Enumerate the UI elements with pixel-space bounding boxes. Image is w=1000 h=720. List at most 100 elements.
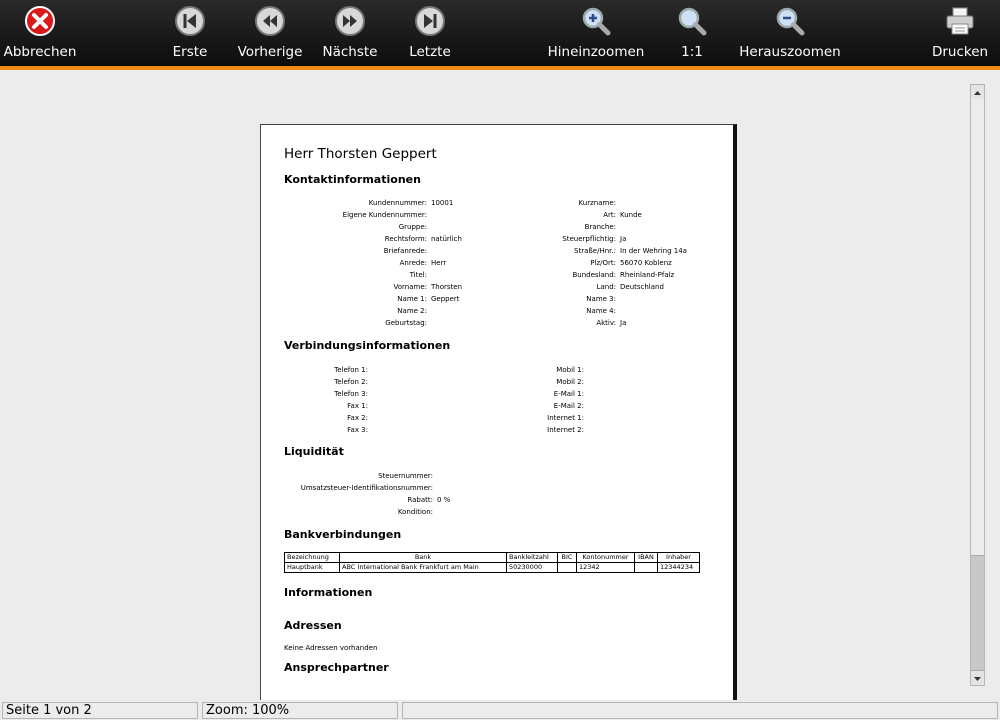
next-page-button[interactable]: Nächste bbox=[316, 0, 384, 66]
field-label: Kurzname: bbox=[578, 199, 616, 207]
field-row: Internet 2: bbox=[261, 425, 584, 435]
cancel-label: Abbrechen bbox=[3, 44, 77, 60]
zoom-reset-button[interactable]: 1:1 bbox=[666, 0, 718, 66]
status-page: Seite 1 von 2 bbox=[2, 702, 198, 719]
field-label: Bundesland: bbox=[572, 271, 616, 279]
field-label: Name 3: bbox=[586, 295, 616, 303]
previous-page-button[interactable]: Vorherige bbox=[234, 0, 306, 66]
printer-icon bbox=[946, 7, 974, 35]
field-row: Rabatt: 0 % bbox=[261, 495, 450, 505]
field-label: Mobil 2: bbox=[556, 378, 584, 386]
field-label: Branche: bbox=[584, 223, 616, 231]
field-label: Internet 2: bbox=[547, 426, 584, 434]
contact-heading: Kontaktinformationen bbox=[284, 173, 421, 186]
field-label: Rabatt: bbox=[407, 496, 433, 504]
last-page-label: Letzte bbox=[409, 44, 451, 60]
field-row: Mobil 1: bbox=[261, 365, 584, 375]
print-label: Drucken bbox=[931, 44, 989, 60]
zoom-out-label: Herauszoomen bbox=[739, 44, 841, 60]
field-row: Steuernummer: bbox=[261, 471, 433, 481]
bank-cell: 12344234 bbox=[657, 562, 700, 573]
cancel-button[interactable]: Abbrechen bbox=[0, 0, 80, 66]
zoom-in-button[interactable]: Hineinzoomen bbox=[546, 0, 646, 66]
cancel-icon bbox=[25, 6, 55, 36]
status-bar: Seite 1 von 2 Zoom: 100% bbox=[0, 700, 1000, 720]
field-label: Straße/Hnr.: bbox=[574, 247, 616, 255]
first-page-button[interactable]: Erste bbox=[160, 0, 220, 66]
field-label: Umsatzsteuer-Identifikationsnummer: bbox=[300, 484, 433, 492]
field-value: Ja bbox=[620, 235, 627, 243]
field-label: Steuernummer: bbox=[378, 472, 433, 480]
page-title: Herr Thorsten Geppert bbox=[284, 146, 437, 162]
bank-cell: Hauptbank bbox=[284, 562, 340, 573]
arrow-up-icon bbox=[974, 91, 981, 95]
field-row: Art: Kunde bbox=[261, 210, 642, 220]
bank-header-cell: Inhaber bbox=[657, 552, 700, 563]
bank-cell: ABC International Bank Frankfurt am Main bbox=[339, 562, 507, 573]
field-row: E-Mail 1: bbox=[261, 389, 584, 399]
previous-page-label: Vorherige bbox=[237, 44, 303, 60]
field-row: Aktiv: Ja bbox=[261, 318, 626, 328]
first-page-icon bbox=[175, 6, 205, 36]
scroll-down-button[interactable] bbox=[971, 671, 984, 685]
field-value: Deutschland bbox=[620, 283, 664, 291]
contacts-heading: Ansprechpartner bbox=[284, 661, 389, 674]
bank-cell: 50230000 bbox=[506, 562, 558, 573]
info-heading: Informationen bbox=[284, 586, 373, 599]
address-note: Keine Adressen vorhanden bbox=[284, 644, 378, 652]
bank-cell bbox=[557, 562, 577, 573]
bank-header-cell: Bank bbox=[339, 552, 507, 563]
bank-header-cell: Kontonummer bbox=[576, 552, 635, 563]
field-row: Land: Deutschland bbox=[261, 282, 664, 292]
field-row: Steuerpflichtig: Ja bbox=[261, 234, 626, 244]
scroll-up-button[interactable] bbox=[971, 85, 984, 99]
field-label: Kondition: bbox=[397, 508, 433, 516]
field-value: Kunde bbox=[620, 211, 642, 219]
status-message bbox=[402, 702, 998, 719]
field-label: Steuerpflichtig: bbox=[562, 235, 616, 243]
first-page-label: Erste bbox=[172, 44, 208, 60]
field-row: Kurzname: bbox=[261, 198, 616, 208]
document-page: Herr Thorsten Geppert Kontaktinformation… bbox=[260, 124, 737, 700]
arrow-down-icon bbox=[974, 677, 981, 681]
document-viewer[interactable]: Herr Thorsten Geppert Kontaktinformation… bbox=[0, 70, 1000, 700]
print-button[interactable]: Drucken bbox=[928, 0, 992, 66]
status-zoom: Zoom: 100% bbox=[202, 702, 398, 719]
field-value: Ja bbox=[620, 319, 627, 327]
field-row: E-Mail 2: bbox=[261, 401, 584, 411]
address-heading: Adressen bbox=[284, 619, 342, 632]
field-label: Plz/Ort: bbox=[590, 259, 616, 267]
field-value: 56070 Koblenz bbox=[620, 259, 672, 267]
table-row: Hauptbank ABC International Bank Frankfu… bbox=[284, 562, 700, 573]
field-row: Mobil 2: bbox=[261, 377, 584, 387]
field-value: In der Wehring 14a bbox=[620, 247, 687, 255]
zoom-reset-label: 1:1 bbox=[681, 44, 703, 60]
field-row: Internet 1: bbox=[261, 413, 584, 423]
field-row: Kondition: bbox=[261, 507, 433, 517]
bank-header-cell: Bezeichnung bbox=[284, 552, 340, 563]
bank-header-cell: Bankleitzahl bbox=[506, 552, 558, 563]
field-label: Land: bbox=[596, 283, 616, 291]
scroll-thumb[interactable] bbox=[971, 555, 984, 671]
field-row: Umsatzsteuer-Identifikationsnummer: bbox=[261, 483, 433, 493]
vertical-scrollbar[interactable] bbox=[970, 84, 985, 686]
last-page-button[interactable]: Letzte bbox=[400, 0, 460, 66]
connection-heading: Verbindungsinformationen bbox=[284, 339, 451, 352]
last-page-icon bbox=[415, 6, 445, 36]
field-label: Art: bbox=[603, 211, 616, 219]
field-row: Plz/Ort: 56070 Koblenz bbox=[261, 258, 672, 268]
bank-table: Bezeichnung Bank Bankleitzahl BIC Konton… bbox=[284, 552, 700, 573]
next-page-label: Nächste bbox=[322, 44, 378, 60]
field-row: Name 3: bbox=[261, 294, 616, 304]
zoom-reset-icon bbox=[678, 7, 707, 36]
toolbar: Abbrechen Erste Vorherige Nächste Letzte bbox=[0, 0, 1000, 70]
field-value: Rheinland-Pfalz bbox=[620, 271, 675, 279]
zoom-out-button[interactable]: Herauszoomen bbox=[738, 0, 842, 66]
bank-cell: 12342 bbox=[576, 562, 635, 573]
field-row: Straße/Hnr.: In der Wehring 14a bbox=[261, 246, 687, 256]
field-value: 0 % bbox=[437, 496, 451, 504]
bank-header-cell: BIC bbox=[557, 552, 577, 563]
field-row: Name 4: bbox=[261, 306, 616, 316]
field-label: E-Mail 2: bbox=[553, 402, 584, 410]
field-label: Name 4: bbox=[586, 307, 616, 315]
